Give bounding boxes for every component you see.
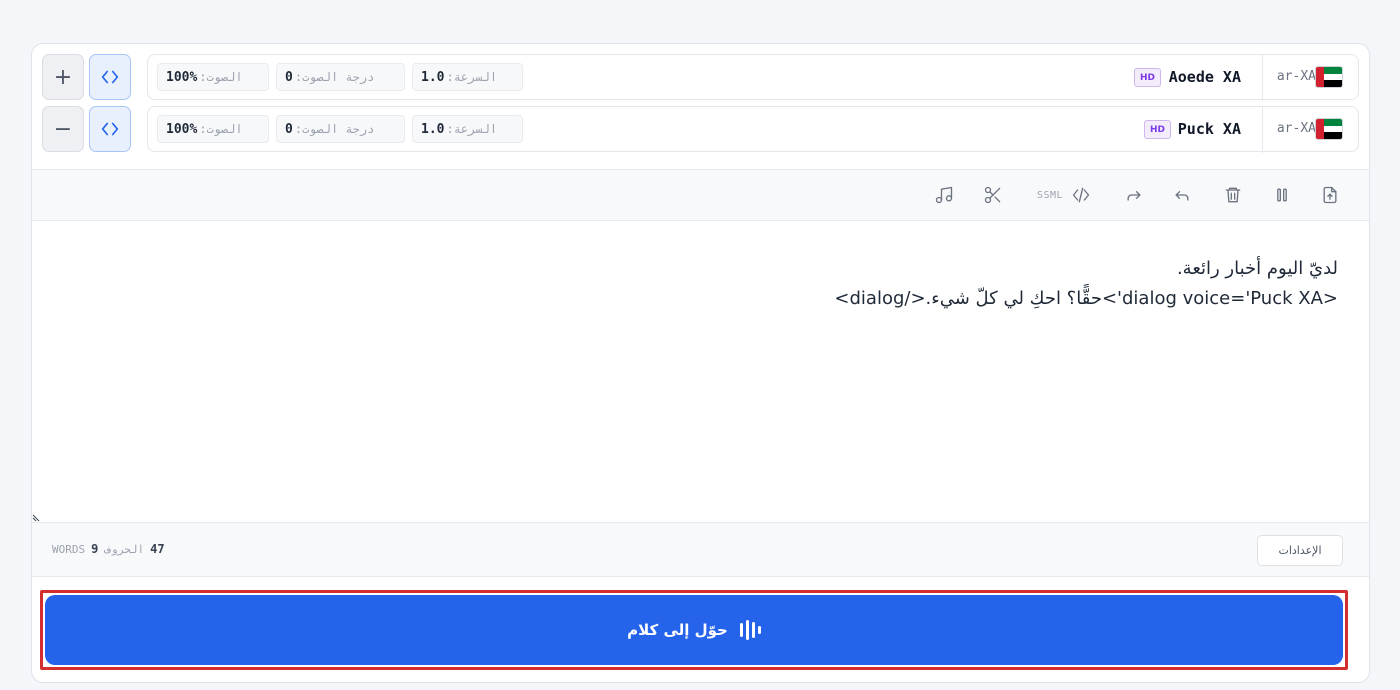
code-brackets-icon bbox=[101, 70, 119, 84]
speed-value: 1.0 bbox=[421, 121, 445, 137]
resize-handle-icon[interactable] bbox=[32, 514, 40, 522]
ssml-button[interactable]: SSML bbox=[1037, 182, 1091, 208]
ssml-label: SSML bbox=[1037, 189, 1064, 201]
pause-button[interactable] bbox=[1272, 182, 1292, 208]
chars-label: الحروف bbox=[104, 543, 145, 556]
convert-label: حوّل إلى كلام bbox=[627, 621, 728, 639]
volume-label: الصوت: bbox=[199, 70, 243, 84]
volume-param[interactable]: الصوت: 100% bbox=[157, 115, 269, 143]
scissors-button[interactable] bbox=[983, 182, 1003, 208]
voice-row-aoede: + الصوت: 100% درجة الصوت: 0 السرعة: 1.0 … bbox=[32, 54, 1369, 102]
editor-content[interactable]: لديّ اليوم أخبار رائعة. <dialog voice='P… bbox=[834, 254, 1338, 314]
delete-button[interactable] bbox=[1223, 182, 1243, 208]
pause-icon bbox=[1277, 188, 1287, 202]
volume-value: 100% bbox=[166, 69, 198, 85]
voice-name: Puck XA bbox=[1177, 120, 1241, 138]
language-code: ar-XA bbox=[1276, 121, 1316, 136]
redo-button[interactable] bbox=[1124, 182, 1144, 208]
pitch-label: درجة الصوت: bbox=[294, 122, 375, 136]
voice-name: Aoede XA bbox=[1168, 68, 1241, 86]
music-note-button[interactable] bbox=[934, 182, 954, 208]
speed-param[interactable]: السرعة: 1.0 bbox=[412, 115, 523, 143]
code-brackets-icon bbox=[101, 122, 119, 136]
pitch-value: 0 bbox=[285, 121, 293, 137]
audio-wave-icon bbox=[739, 620, 761, 640]
speed-param[interactable]: السرعة: 1.0 bbox=[412, 63, 523, 91]
hd-badge: HD bbox=[1143, 120, 1171, 139]
code-toggle-button[interactable] bbox=[89, 106, 131, 152]
speed-value: 1.0 bbox=[421, 69, 445, 85]
voice-row-puck: − الصوت: 100% درجة الصوت: 0 السرعة: 1.0 … bbox=[32, 106, 1369, 154]
pitch-value: 0 bbox=[285, 69, 293, 85]
code-icon bbox=[1072, 187, 1090, 203]
settings-button[interactable]: الإعدادات bbox=[1257, 535, 1343, 566]
redo-icon bbox=[1127, 191, 1141, 201]
undo-button[interactable] bbox=[1172, 182, 1192, 208]
lang-divider bbox=[1262, 55, 1263, 101]
text-stats: WORDS 9 الحروف 47 bbox=[52, 542, 165, 556]
speed-label: السرعة: bbox=[446, 122, 498, 136]
pitch-label: درجة الصوت: bbox=[294, 70, 375, 84]
scissors-icon bbox=[984, 186, 1001, 204]
music-note-icon bbox=[935, 186, 953, 204]
speed-label: السرعة: bbox=[446, 70, 498, 84]
undo-icon bbox=[1175, 191, 1189, 201]
text-editor[interactable]: لديّ اليوم أخبار رائعة. <dialog voice='P… bbox=[32, 221, 1369, 522]
volume-param[interactable]: الصوت: 100% bbox=[157, 63, 269, 91]
remove-voice-button[interactable]: − bbox=[42, 106, 84, 152]
language-code: ar-XA bbox=[1276, 69, 1316, 84]
convert-to-speech-button[interactable]: حوّل إلى كلام bbox=[45, 595, 1343, 665]
upload-icon bbox=[1323, 186, 1337, 204]
words-label: WORDS bbox=[52, 543, 86, 556]
tts-editor-card: + الصوت: 100% درجة الصوت: 0 السرعة: 1.0 … bbox=[31, 43, 1370, 683]
upload-file-button[interactable] bbox=[1320, 182, 1340, 208]
volume-label: الصوت: bbox=[199, 122, 243, 136]
editor-line-2: <dialog voice='Puck XA'>حقًّا؟ احكِ لي ك… bbox=[834, 288, 1338, 309]
trash-icon bbox=[1225, 187, 1241, 203]
chars-count: 47 bbox=[150, 542, 165, 556]
add-voice-button[interactable]: + bbox=[42, 54, 84, 100]
lang-divider bbox=[1262, 107, 1263, 153]
hd-badge: HD bbox=[1133, 68, 1161, 87]
editor-line-1: لديّ اليوم أخبار رائعة. bbox=[1176, 258, 1338, 279]
uae-flag-icon bbox=[1315, 66, 1343, 88]
pitch-param[interactable]: درجة الصوت: 0 bbox=[276, 115, 405, 143]
pitch-param[interactable]: درجة الصوت: 0 bbox=[276, 63, 405, 91]
volume-value: 100% bbox=[166, 121, 198, 137]
words-count: 9 bbox=[91, 542, 99, 556]
editor-toolbar: SSML bbox=[32, 169, 1369, 221]
editor-footer: WORDS 9 الحروف 47 الإعدادات bbox=[32, 522, 1369, 577]
convert-highlight: حوّل إلى كلام bbox=[40, 590, 1348, 670]
voice-selector[interactable]: الصوت: 100% درجة الصوت: 0 السرعة: 1.0 HD… bbox=[147, 54, 1359, 101]
uae-flag-icon bbox=[1315, 118, 1343, 140]
voice-selector[interactable]: الصوت: 100% درجة الصوت: 0 السرعة: 1.0 HD… bbox=[147, 106, 1359, 153]
code-toggle-button[interactable] bbox=[89, 54, 131, 100]
